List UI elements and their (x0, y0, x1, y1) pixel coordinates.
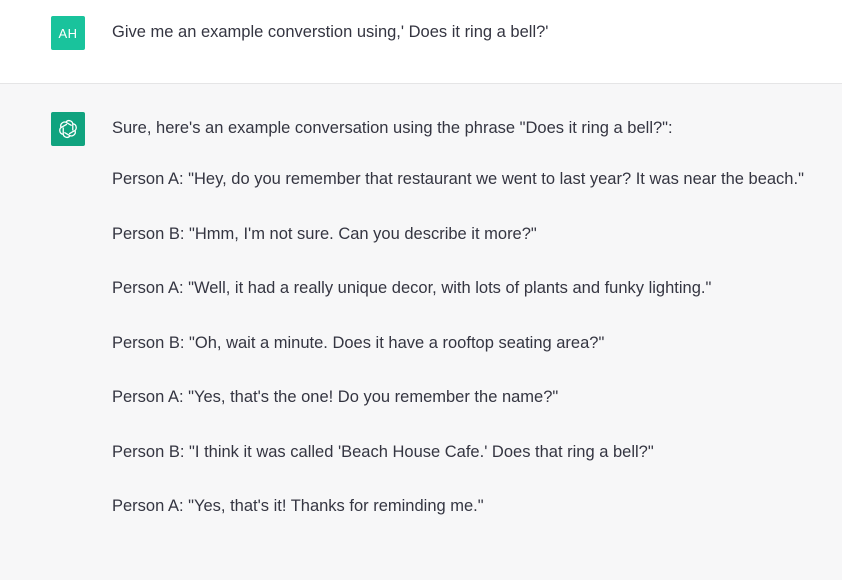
assistant-paragraph: Person A: "Yes, that's it! Thanks for re… (112, 497, 484, 515)
user-message-row: AH Give me an example converstion using,… (0, 0, 842, 84)
user-message-text: Give me an example converstion using,' D… (112, 23, 549, 41)
assistant-message-content: Sure, here's an example conversation usi… (112, 115, 812, 546)
assistant-avatar (51, 112, 85, 146)
assistant-paragraph: Person B: "Hmm, I'm not sure. Can you de… (112, 224, 537, 243)
openai-logo-icon (59, 120, 77, 138)
assistant-paragraph: Sure, here's an example conversation usi… (112, 119, 673, 137)
assistant-paragraph: Person A: "Yes, that's the one! Do you r… (112, 388, 559, 406)
assistant-paragraph: Person A: "Well, it had a really unique … (112, 279, 712, 297)
assistant-paragraph: Person B: "I think it was called 'Beach … (112, 442, 654, 461)
assistant-message-row: Sure, here's an example conversation usi… (0, 84, 842, 580)
assistant-paragraph: Person B: "Oh, wait a minute. Does it ha… (112, 333, 605, 352)
user-avatar: AH (51, 16, 85, 50)
assistant-paragraph: Person A: "Hey, do you remember that res… (112, 170, 804, 188)
